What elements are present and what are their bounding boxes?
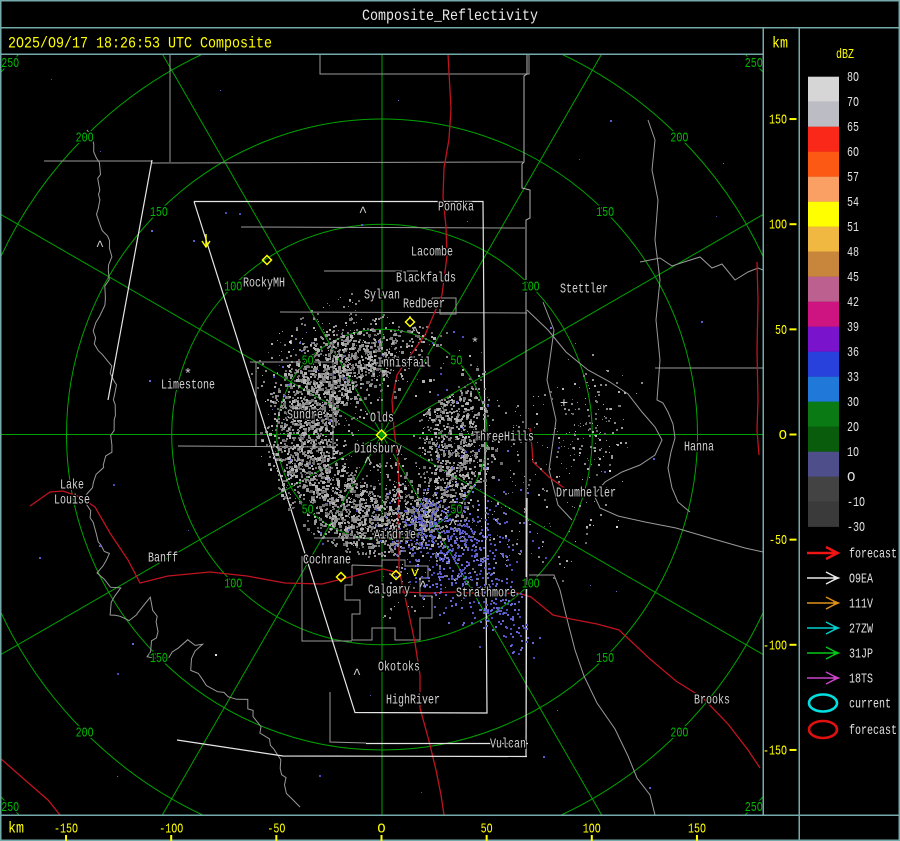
svg-text:HighRiver: HighRiver (386, 693, 440, 709)
svg-text:^: ^ (364, 455, 372, 471)
svg-text:1OO: 1OO (522, 279, 540, 295)
svg-text:6O: 6O (847, 145, 859, 161)
svg-text:51: 51 (847, 220, 859, 236)
svg-text:15O: 15O (596, 651, 614, 667)
svg-text:+: + (560, 396, 568, 412)
svg-text:^: ^ (411, 325, 419, 341)
svg-text:25O: 25O (1, 56, 19, 72)
svg-text:Louise: Louise (54, 493, 90, 509)
svg-text:111V: 111V (849, 597, 873, 613)
svg-text:RedDeer: RedDeer (403, 297, 445, 313)
svg-text:42: 42 (847, 295, 859, 311)
svg-text:3O: 3O (847, 395, 859, 411)
svg-text:forecast: forecast (849, 547, 897, 563)
svg-text:O: O (847, 470, 855, 486)
svg-text:Ponoka: Ponoka (438, 200, 474, 216)
svg-text:1OO: 1OO (769, 218, 787, 234)
svg-text:Lake: Lake (60, 478, 84, 494)
svg-text:current: current (849, 697, 891, 713)
svg-text:27ZW: 27ZW (849, 622, 873, 638)
svg-text:15O: 15O (150, 205, 168, 221)
svg-text:1OO: 1OO (224, 279, 242, 295)
svg-text:2OO: 2OO (670, 725, 688, 741)
svg-text:^: ^ (353, 667, 361, 683)
svg-text:RockyMH: RockyMH (243, 276, 285, 292)
svg-text:Drumheller: Drumheller (556, 486, 616, 502)
svg-text:Olds: Olds (370, 411, 394, 427)
svg-text:Sylvan: Sylvan (364, 288, 400, 304)
svg-text:*: * (471, 336, 479, 352)
svg-text:2O25/O9/17 18:26:53 UTC Compos: 2O25/O9/17 18:26:53 UTC Composite (8, 35, 272, 53)
svg-text:15O: 15O (150, 651, 168, 667)
svg-text:39: 39 (847, 320, 859, 336)
svg-text:Hanna: Hanna (684, 440, 714, 456)
svg-text:36: 36 (847, 345, 859, 361)
svg-text:Airdrie: Airdrie (374, 528, 416, 544)
svg-text:^: ^ (394, 489, 402, 505)
svg-text:-3O: -3O (847, 520, 865, 536)
svg-text:Lacombe: Lacombe (411, 245, 453, 261)
svg-text:2O: 2O (847, 420, 859, 436)
svg-text:Brooks: Brooks (694, 693, 730, 709)
svg-text:Stettler: Stettler (560, 282, 608, 298)
svg-text:O9EA: O9EA (849, 572, 873, 588)
svg-text:2OO: 2OO (670, 131, 688, 147)
svg-text:25O: 25O (745, 800, 763, 816)
svg-text:15O: 15O (769, 113, 787, 129)
svg-text:25O: 25O (745, 56, 763, 72)
svg-text:^: ^ (96, 239, 104, 255)
svg-text:Composite_Reflectivity: Composite_Reflectivity (362, 7, 538, 25)
svg-text:7O: 7O (847, 95, 859, 111)
svg-text:km: km (8, 820, 24, 838)
svg-text:48: 48 (847, 245, 859, 261)
svg-text:-1O: -1O (847, 495, 865, 511)
svg-text:57: 57 (847, 170, 859, 186)
svg-text:33: 33 (847, 370, 859, 386)
svg-text:-5O: -5O (769, 533, 787, 549)
svg-text:^: ^ (359, 205, 367, 221)
svg-text:Blackfalds: Blackfalds (396, 271, 456, 287)
svg-text:O: O (779, 428, 787, 444)
svg-text:Sundre: Sundre (287, 408, 323, 424)
svg-text:5O: 5O (450, 354, 462, 370)
svg-text:Didsbury: Didsbury (354, 442, 402, 458)
svg-text:Strathmore: Strathmore (456, 586, 516, 602)
svg-text:forecast: forecast (849, 723, 897, 739)
svg-text:2OO: 2OO (76, 131, 94, 147)
svg-text:ThreeHills: ThreeHills (474, 430, 534, 446)
svg-text:2OO: 2OO (76, 725, 94, 741)
svg-text:Innisfail: Innisfail (377, 356, 431, 372)
svg-text:45: 45 (847, 270, 859, 286)
svg-text:1OO: 1OO (224, 577, 242, 593)
svg-text:Vulcan: Vulcan (490, 737, 526, 753)
svg-text:54: 54 (847, 195, 859, 211)
svg-text:65: 65 (847, 120, 859, 136)
svg-text:5O: 5O (775, 323, 787, 339)
svg-text:-15O: -15O (763, 744, 787, 760)
svg-text:Cochrane: Cochrane (303, 553, 351, 569)
svg-text:5O: 5O (450, 502, 462, 518)
svg-text:1OO: 1OO (522, 577, 540, 593)
svg-text:1O: 1O (847, 445, 859, 461)
svg-text:25O: 25O (1, 800, 19, 816)
svg-text:18TS: 18TS (849, 672, 873, 688)
svg-text:31JP: 31JP (849, 647, 873, 663)
svg-text:Calgary: Calgary (368, 583, 410, 599)
svg-text:8O: 8O (847, 70, 859, 86)
svg-text:*: * (184, 367, 192, 383)
svg-text:dBZ: dBZ (836, 47, 854, 63)
svg-text:5O: 5O (302, 502, 314, 518)
svg-text:-1OO: -1OO (763, 638, 787, 654)
svg-text:15O: 15O (596, 205, 614, 221)
svg-text:^: ^ (449, 517, 457, 533)
svg-text:^: ^ (419, 579, 427, 595)
svg-text:Okotoks: Okotoks (378, 660, 420, 676)
svg-text:5O: 5O (302, 354, 314, 370)
svg-text:km: km (772, 35, 788, 53)
svg-text:Banff: Banff (148, 551, 178, 567)
